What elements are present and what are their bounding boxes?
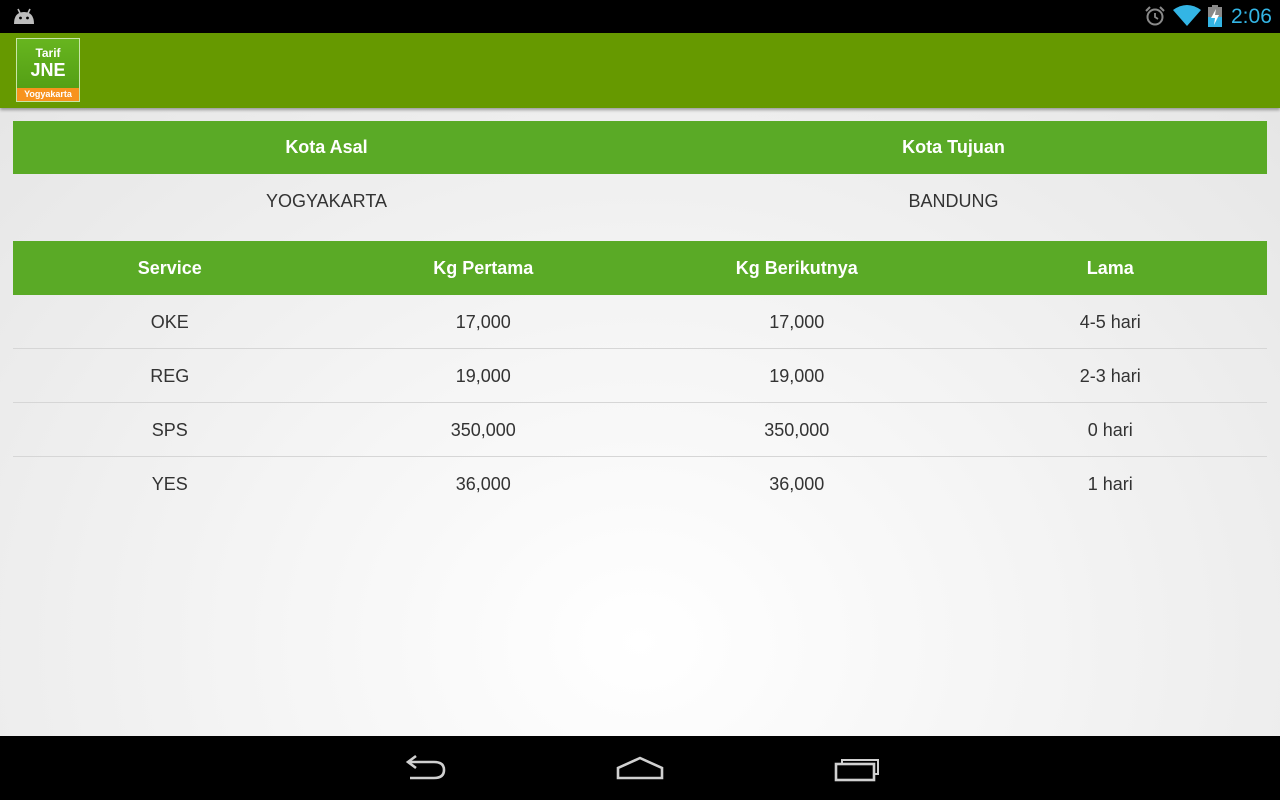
cell-kg-pertama: 350,000 [450,420,516,440]
content-area: Kota Asal Kota Tujuan YOGYAKARTA BANDUNG… [0,108,1280,736]
app-logo[interactable]: Tarif JNE Yogyakarta [16,38,80,102]
route-header: Kota Asal Kota Tujuan [13,121,1267,174]
logo-bottom-text: Yogyakarta [17,88,79,101]
header-kg-pertama: Kg Pertama [433,258,534,278]
battery-charging-icon [1208,5,1222,27]
cell-service: REG [150,366,190,386]
table-row[interactable]: REG 19,000 19,000 2-3 hari [13,349,1267,403]
route-table: Kota Asal Kota Tujuan YOGYAKARTA BANDUNG [13,121,1267,228]
android-icon [14,8,34,24]
cell-kg-berikutnya: 17,000 [769,312,825,332]
wifi-icon [1173,5,1201,26]
cell-service: OKE [150,312,189,332]
cell-lama: 1 hari [1087,474,1133,494]
alarm-icon [1145,6,1165,26]
status-bar: 2:06 [0,0,1280,33]
recent-apps-icon[interactable] [830,750,886,786]
cell-lama: 2-3 hari [1079,366,1141,386]
cell-kg-pertama: 19,000 [455,366,511,386]
logo-top-text: Tarif [35,46,61,60]
cell-kg-berikutnya: 350,000 [764,420,830,440]
cell-lama: 4-5 hari [1079,312,1141,332]
table-row[interactable]: YES 36,000 36,000 1 hari [13,457,1267,511]
cell-service: YES [151,474,188,494]
table-row[interactable]: SPS 350,000 350,000 0 hari [13,403,1267,457]
cell-lama: 0 hari [1087,420,1133,440]
header-kota-tujuan: Kota Tujuan [902,137,1005,157]
header-kg-berikutnya: Kg Berikutnya [735,258,858,278]
tariff-table: Service Kg Pertama Kg Berikutnya Lama OK… [13,241,1267,511]
home-icon[interactable] [612,750,668,786]
action-bar: Tarif JNE Yogyakarta [0,33,1280,108]
cell-kg-berikutnya: 36,000 [769,474,825,494]
back-icon[interactable] [396,750,452,786]
cell-kg-berikutnya: 19,000 [769,366,825,386]
route-values: YOGYAKARTA BANDUNG [13,174,1267,228]
table-row[interactable]: OKE 17,000 17,000 4-5 hari [13,295,1267,349]
cell-service: SPS [151,420,188,440]
clock: 2:06 [1231,5,1272,28]
origin-city: YOGYAKARTA [265,191,388,211]
header-kota-asal: Kota Asal [285,137,368,157]
cell-kg-pertama: 36,000 [455,474,511,494]
header-lama: Lama [1086,258,1134,278]
header-service: Service [137,258,202,278]
tariff-header: Service Kg Pertama Kg Berikutnya Lama [13,241,1267,295]
destination-city: BANDUNG [908,191,999,211]
logo-main-text: JNE [30,60,66,80]
navigation-bar [0,736,1280,800]
cell-kg-pertama: 17,000 [455,312,511,332]
